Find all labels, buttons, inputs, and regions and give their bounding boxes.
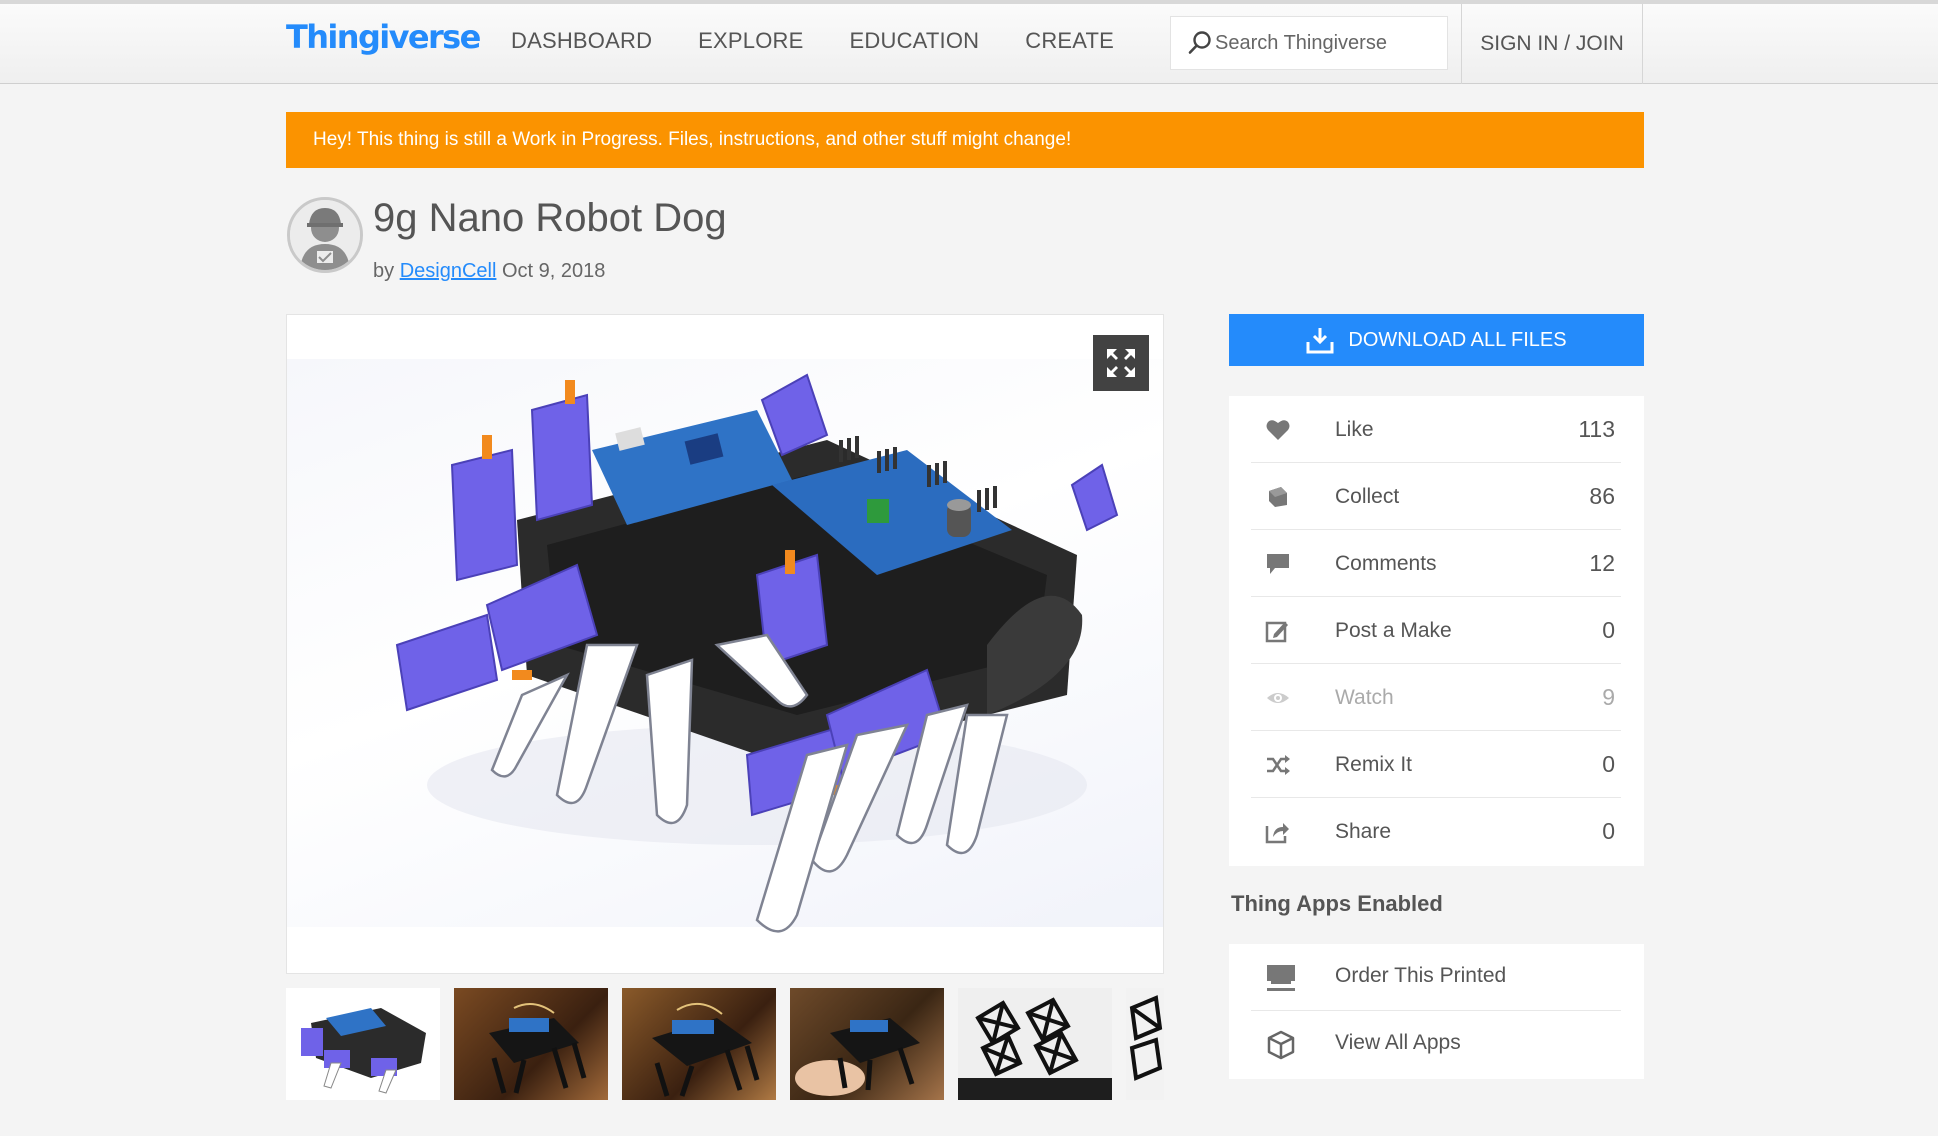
stat-comments[interactable]: Comments 12 (1251, 530, 1621, 597)
main-nav: DASHBOARD EXPLORE EDUCATION CREATE (511, 28, 1160, 54)
author-avatar[interactable] (287, 197, 363, 273)
nav-education[interactable]: EDUCATION (850, 28, 980, 54)
stat-collect[interactable]: Collect 86 (1251, 463, 1621, 530)
thumbnail-2[interactable] (454, 988, 608, 1100)
publish-date: Oct 9, 2018 (501, 260, 606, 282)
work-in-progress-banner: Hey! This thing is still a Work in Progr… (286, 112, 1644, 168)
thing-byline: by DesignCell Oct 9, 2018 (373, 260, 605, 283)
thing-apps-panel: Order This Printed View All Apps (1229, 944, 1644, 1079)
app-view-all-apps[interactable]: View All Apps (1251, 1011, 1621, 1078)
stat-like[interactable]: Like 113 (1251, 396, 1621, 463)
collect-icon (1269, 487, 1287, 507)
stat-count: 0 (1602, 751, 1615, 777)
thing-apps-heading: Thing Apps Enabled (1231, 891, 1443, 916)
stat-count: 0 (1602, 617, 1615, 643)
download-all-files-button[interactable]: DOWNLOAD ALL FILES (1229, 314, 1644, 366)
sign-in-join-button[interactable]: SIGN IN / JOIN (1461, 4, 1643, 84)
expand-icon (1107, 349, 1135, 377)
app-order-this-printed[interactable]: Order This Printed (1251, 944, 1621, 1011)
expand-fullscreen-button[interactable] (1093, 335, 1149, 391)
robot-dog-render (395, 373, 1119, 933)
stat-remix-it[interactable]: Remix It 0 (1251, 731, 1621, 798)
nav-create[interactable]: CREATE (1025, 28, 1114, 54)
thumbnail-4[interactable] (790, 988, 944, 1100)
share-icon (1265, 823, 1289, 844)
printer-icon (1267, 965, 1295, 991)
search-icon[interactable] (1171, 16, 1215, 70)
download-label: DOWNLOAD ALL FILES (1348, 328, 1567, 351)
stat-count: 113 (1578, 416, 1615, 442)
stat-post-a-make[interactable]: Post a Make 0 (1251, 597, 1621, 664)
thingiverse-logo[interactable]: Thingiverse (286, 18, 481, 56)
stat-count: 86 (1589, 483, 1615, 509)
thing-stats-panel: Like 113 Collect 86 Comments 12 Post a M… (1229, 396, 1644, 866)
nav-dashboard[interactable]: DASHBOARD (511, 28, 652, 54)
heart-icon (1266, 420, 1290, 440)
author-link[interactable]: DesignCell (400, 260, 497, 282)
search-input[interactable] (1215, 23, 1435, 63)
stat-label: Comments (1335, 552, 1437, 575)
search-box (1170, 16, 1448, 70)
eye-icon (1267, 693, 1289, 703)
thumbnail-5[interactable] (958, 988, 1112, 1100)
stat-label: Watch (1335, 686, 1394, 709)
thumbnail-3[interactable] (622, 988, 776, 1100)
stat-count: 0 (1602, 818, 1615, 844)
stat-label: Collect (1335, 485, 1400, 508)
download-icon (1306, 328, 1334, 354)
stat-count: 12 (1589, 550, 1615, 576)
stat-share[interactable]: Share 0 (1251, 798, 1621, 865)
main-image-viewer[interactable] (286, 314, 1164, 974)
thumbnail-6[interactable] (1126, 988, 1164, 1100)
byline-by: by (373, 260, 395, 282)
stat-label: Share (1335, 820, 1392, 843)
thumbnail-1[interactable] (286, 988, 440, 1100)
stat-label: Like (1335, 418, 1374, 441)
top-header: Thingiverse DASHBOARD EXPLORE EDUCATION … (0, 0, 1938, 84)
edit-icon (1265, 621, 1288, 643)
app-label: View All Apps (1335, 1031, 1461, 1054)
thing-title: 9g Nano Robot Dog (373, 196, 727, 240)
stat-label: Post a Make (1335, 619, 1452, 642)
nav-explore[interactable]: EXPLORE (698, 28, 803, 54)
stat-count: 9 (1602, 684, 1615, 710)
app-label: Order This Printed (1335, 964, 1507, 987)
comment-icon (1267, 554, 1289, 574)
cube-icon (1267, 1030, 1295, 1060)
shuffle-icon (1267, 755, 1290, 775)
thumbnail-strip (286, 988, 1164, 1100)
stat-label: Remix It (1335, 753, 1413, 776)
avatar-user-icon (290, 200, 360, 270)
stat-watch[interactable]: Watch 9 (1251, 664, 1621, 731)
